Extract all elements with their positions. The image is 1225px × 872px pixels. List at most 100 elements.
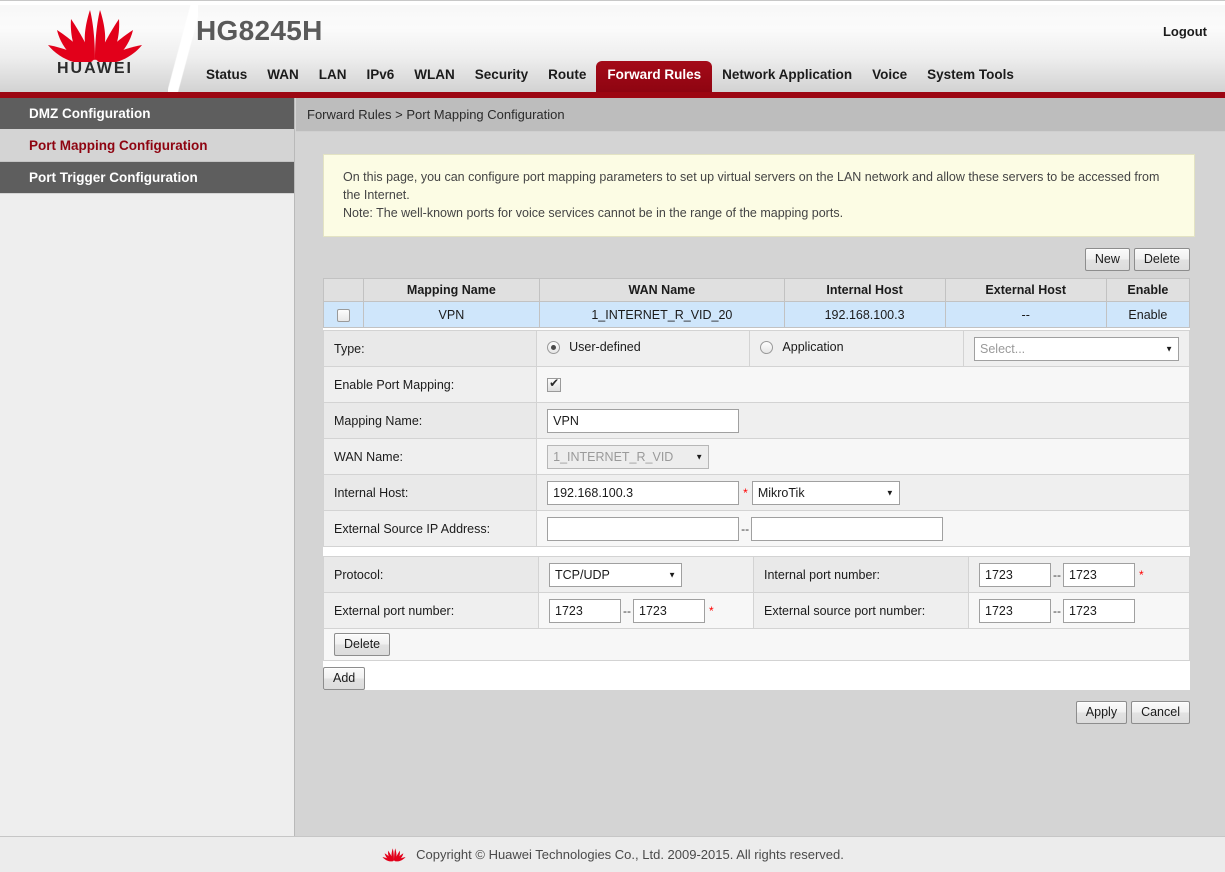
nav-item-route[interactable]: Route — [538, 61, 596, 91]
table-toolbar: New Delete — [296, 248, 1190, 271]
nav-item-forward-rules[interactable]: Forward Rules — [596, 61, 712, 92]
type-label: Type: — [324, 331, 537, 367]
mapping-name-input[interactable] — [547, 409, 739, 433]
row-mapping-name: VPN — [363, 302, 540, 328]
protocol-label: Protocol: — [324, 557, 539, 593]
th-internal-host: Internal Host — [784, 279, 945, 302]
internal-host-cell[interactable]: * MikroTik — [537, 475, 1190, 511]
nav-item-lan[interactable]: LAN — [309, 61, 357, 91]
header-divider-slash — [168, 1, 198, 92]
sidebar: DMZ Configuration Port Mapping Configura… — [0, 98, 295, 836]
row-select-cell[interactable] — [324, 302, 364, 328]
type-application-cell[interactable]: Application — [750, 331, 964, 367]
nav-item-voice[interactable]: Voice — [862, 61, 917, 91]
huawei-wordmark: HUAWEI — [20, 60, 170, 78]
port-mapping-panel: Mapping Name WAN Name Internal Host Exte… — [323, 278, 1190, 690]
radio-user-defined-label: User-defined — [569, 340, 641, 354]
nav-item-security[interactable]: Security — [465, 61, 538, 91]
port-delete-button[interactable]: Delete — [334, 633, 390, 656]
sidebar-item-dmz-configuration[interactable]: DMZ Configuration — [0, 98, 294, 130]
external-source-ip-end-input[interactable] — [751, 517, 943, 541]
port-mapping-form: Type: User-defined Application — [323, 330, 1190, 547]
external-port-end-input[interactable] — [633, 599, 705, 623]
breadcrumb: Forward Rules > Port Mapping Configurati… — [296, 98, 1225, 132]
nav-item-wan[interactable]: WAN — [257, 61, 309, 91]
table-header-row: Mapping Name WAN Name Internal Host Exte… — [324, 279, 1190, 302]
type-user-defined-cell[interactable]: User-defined — [537, 331, 750, 367]
ports-form: Protocol: TCP/UDP Internal port number: … — [323, 556, 1190, 661]
external-port-label: External port number: — [324, 593, 539, 629]
ports-row-external: External port number: -- * External sour… — [324, 593, 1190, 629]
nav-item-wlan[interactable]: WLAN — [404, 61, 465, 91]
enable-port-mapping-cell[interactable] — [537, 367, 1190, 403]
wan-name-label: WAN Name: — [324, 439, 537, 475]
nav-item-network-application[interactable]: Network Application — [712, 61, 862, 91]
cancel-button[interactable]: Cancel — [1131, 701, 1190, 724]
application-select-cell[interactable]: Select... — [964, 331, 1190, 367]
internal-port-cell[interactable]: -- * — [969, 557, 1190, 593]
nav-item-system-tools[interactable]: System Tools — [917, 61, 1024, 91]
nav-item-status[interactable]: Status — [196, 61, 257, 91]
sidebar-item-port-mapping-configuration[interactable]: Port Mapping Configuration — [0, 130, 294, 162]
internal-port-start-input[interactable] — [979, 563, 1051, 587]
external-port-required-marker: * — [709, 604, 714, 618]
th-external-host: External Host — [945, 279, 1106, 302]
nav-item-ipv6[interactable]: IPv6 — [357, 61, 405, 91]
ports-delete-cell: Delete — [324, 629, 1190, 661]
application-select[interactable]: Select... — [974, 337, 1179, 361]
external-source-port-label: External source port number: — [754, 593, 969, 629]
external-source-ip-start-input[interactable] — [547, 517, 739, 541]
wan-name-cell: 1_INTERNET_R_VID — [537, 439, 1190, 475]
internal-host-label: Internal Host: — [324, 475, 537, 511]
external-source-port-cell[interactable]: -- — [969, 593, 1190, 629]
add-button[interactable]: Add — [323, 667, 365, 690]
wan-name-select: 1_INTERNET_R_VID — [547, 445, 709, 469]
notice-line-2: Note: The well-known ports for voice ser… — [343, 204, 1178, 222]
apply-button[interactable]: Apply — [1076, 701, 1127, 724]
external-port-range-separator: -- — [621, 604, 633, 618]
external-source-port-range-separator: -- — [1051, 604, 1063, 618]
th-enable: Enable — [1106, 279, 1189, 302]
internal-port-end-input[interactable] — [1063, 563, 1135, 587]
form-actions: Apply Cancel — [296, 701, 1190, 724]
radio-user-defined[interactable] — [547, 341, 560, 354]
info-notice: On this page, you can configure port map… — [323, 154, 1195, 237]
internal-host-input[interactable] — [547, 481, 739, 505]
ports-row-delete: Delete — [324, 629, 1190, 661]
form-row-enable-port-mapping: Enable Port Mapping: — [324, 367, 1190, 403]
logout-link[interactable]: Logout — [1163, 24, 1207, 39]
page-footer: Copyright © Huawei Technologies Co., Ltd… — [0, 836, 1225, 872]
external-source-port-end-input[interactable] — [1063, 599, 1135, 623]
protocol-cell[interactable]: TCP/UDP — [539, 557, 754, 593]
row-internal-host: 192.168.100.3 — [784, 302, 945, 328]
huawei-footer-icon — [381, 847, 407, 862]
row-checkbox[interactable] — [337, 309, 350, 322]
new-button[interactable]: New — [1085, 248, 1130, 271]
add-row-wrap: Add — [323, 667, 1190, 690]
enable-port-mapping-checkbox[interactable] — [547, 378, 561, 392]
form-row-wan-name: WAN Name: 1_INTERNET_R_VID — [324, 439, 1190, 475]
content-area: Forward Rules > Port Mapping Configurati… — [296, 98, 1225, 836]
huawei-flower-icon — [42, 8, 148, 62]
row-wan-name: 1_INTERNET_R_VID_20 — [540, 302, 784, 328]
sidebar-item-port-trigger-configuration[interactable]: Port Trigger Configuration — [0, 162, 294, 194]
main-nav: Status WAN LAN IPv6 WLAN Security Route … — [196, 61, 1024, 92]
delete-button[interactable]: Delete — [1134, 248, 1190, 271]
external-source-ip-cell[interactable]: -- — [537, 511, 1190, 547]
row-external-host: -- — [945, 302, 1106, 328]
table-row[interactable]: VPN 1_INTERNET_R_VID_20 192.168.100.3 --… — [324, 302, 1190, 328]
form-row-mapping-name: Mapping Name: — [324, 403, 1190, 439]
mapping-name-cell[interactable] — [537, 403, 1190, 439]
external-source-port-start-input[interactable] — [979, 599, 1051, 623]
protocol-select[interactable]: TCP/UDP — [549, 563, 682, 587]
th-mapping-name: Mapping Name — [363, 279, 540, 302]
form-row-internal-host: Internal Host: * MikroTik — [324, 475, 1190, 511]
internal-host-device-select[interactable]: MikroTik — [752, 481, 900, 505]
external-port-start-input[interactable] — [549, 599, 621, 623]
external-port-cell[interactable]: -- * — [539, 593, 754, 629]
port-mapping-table: Mapping Name WAN Name Internal Host Exte… — [323, 278, 1190, 328]
radio-application[interactable] — [760, 341, 773, 354]
row-enable: Enable — [1106, 302, 1189, 328]
th-select — [324, 279, 364, 302]
notice-line-1: On this page, you can configure port map… — [343, 168, 1178, 204]
